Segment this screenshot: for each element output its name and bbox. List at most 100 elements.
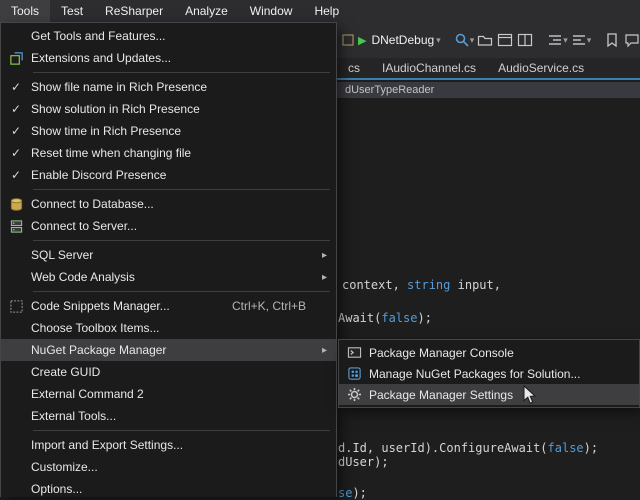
snippets-icon <box>1 299 31 314</box>
outdent-caret-icon[interactable]: ▾ <box>587 35 592 46</box>
split-window-icon[interactable] <box>517 29 533 51</box>
menu-item-nuget-package-manager[interactable]: NuGet Package Manager ▸ <box>1 339 336 361</box>
menu-item-label: Show solution in Rich Presence <box>31 102 336 116</box>
outdent-icon[interactable] <box>571 29 587 51</box>
document-tab-iaudiochannel[interactable]: IAudioChannel.cs <box>371 58 487 78</box>
editor-navigation-bar[interactable]: dUserTypeReader <box>337 82 640 98</box>
menu-item-label: Connect to Server... <box>31 219 336 233</box>
document-tab-strip: cs IAudioChannel.cs AudioService.cs <box>337 58 640 80</box>
tools-menu: Get Tools and Features... Extensions and… <box>0 22 337 497</box>
menu-item-label: Show time in Rich Presence <box>31 124 336 138</box>
database-icon <box>1 197 31 212</box>
menu-item-label: Create GUID <box>31 365 336 379</box>
menu-item-create-guid[interactable]: Create GUID <box>1 361 336 383</box>
tool-icon[interactable] <box>340 29 356 51</box>
code-line: dUser); <box>338 455 389 469</box>
menubar-item-tools[interactable]: Tools <box>0 0 50 22</box>
menu-item-label: Import and Export Settings... <box>31 438 336 452</box>
menu-item-label: Customize... <box>31 460 336 474</box>
console-icon <box>339 345 369 360</box>
menu-item-label: Extensions and Updates... <box>31 51 336 65</box>
debug-target-caret-icon[interactable]: ▾ <box>436 35 441 46</box>
menu-item-label: Options... <box>31 482 336 496</box>
extensions-icon <box>1 51 31 66</box>
menu-item-web-code-analysis[interactable]: Web Code Analysis ▸ <box>1 266 336 288</box>
checkmark-icon: ✓ <box>1 80 31 94</box>
feedback-icon[interactable] <box>624 29 640 51</box>
menu-item-extensions-and-updates[interactable]: Extensions and Updates... <box>1 47 336 69</box>
menu-item-external-command-2[interactable]: External Command 2 <box>1 383 336 405</box>
menu-item-label: NuGet Package Manager <box>31 343 336 357</box>
submenu-item-package-manager-console[interactable]: Package Manager Console <box>339 342 639 363</box>
nuget-packages-icon <box>339 366 369 381</box>
code-line: se); <box>338 486 367 500</box>
menubar-item-analyze[interactable]: Analyze <box>174 0 239 22</box>
code-text: ); <box>417 311 431 325</box>
indent-icon[interactable] <box>547 29 563 51</box>
menu-item-label: Web Code Analysis <box>31 270 336 284</box>
server-icon <box>1 219 31 234</box>
start-debugging-icon[interactable]: ▶ <box>358 34 366 47</box>
menu-item-external-tools[interactable]: External Tools... <box>1 405 336 427</box>
find-caret-icon[interactable]: ▾ <box>470 35 475 46</box>
menu-item-connect-to-database[interactable]: Connect to Database... <box>1 193 336 215</box>
indent-caret-icon[interactable]: ▾ <box>563 35 568 46</box>
submenu-arrow-icon: ▸ <box>322 339 327 361</box>
submenu-item-manage-nuget-packages[interactable]: Manage NuGet Packages for Solution... <box>339 363 639 384</box>
menu-item-reset-time-when-changing-file[interactable]: ✓ Reset time when changing file <box>1 142 336 164</box>
code-text: input, <box>450 278 501 292</box>
open-file-icon[interactable] <box>477 29 493 51</box>
menubar-item-test[interactable]: Test <box>50 0 94 22</box>
code-keyword: false <box>381 311 417 325</box>
menu-separator <box>33 72 330 73</box>
code-keyword: string <box>407 278 450 292</box>
menu-item-label: Package Manager Settings <box>369 388 639 402</box>
bookmark-icon[interactable] <box>604 29 620 51</box>
menu-separator <box>33 291 330 292</box>
menubar-item-window[interactable]: Window <box>239 0 304 22</box>
menu-item-show-file-name-rich-presence[interactable]: ✓ Show file name in Rich Presence <box>1 76 336 98</box>
menu-item-label: Package Manager Console <box>369 346 639 360</box>
submenu-arrow-icon: ▸ <box>322 244 327 266</box>
document-tab[interactable]: cs <box>337 58 371 78</box>
submenu-item-package-manager-settings[interactable]: Package Manager Settings <box>339 384 639 405</box>
menu-item-sql-server[interactable]: SQL Server ▸ <box>1 244 336 266</box>
menu-item-shortcut: Ctrl+K, Ctrl+B <box>232 299 306 313</box>
menu-item-get-tools-and-features[interactable]: Get Tools and Features... <box>1 25 336 47</box>
debug-target-label[interactable]: DNetDebug <box>371 33 434 47</box>
menubar-item-help[interactable]: Help <box>303 0 350 22</box>
menubar-item-resharper[interactable]: ReSharper <box>94 0 174 22</box>
checkmark-icon: ✓ <box>1 124 31 138</box>
menu-item-label: External Tools... <box>31 409 336 423</box>
menu-item-show-solution-rich-presence[interactable]: ✓ Show solution in Rich Presence <box>1 98 336 120</box>
menu-bar: Tools Test ReSharper Analyze Window Help <box>0 0 640 22</box>
new-window-icon[interactable] <box>497 29 513 51</box>
code-line: d.Id, userId).ConfigureAwait(false); <box>338 441 598 455</box>
code-line: context, string input, <box>342 278 501 292</box>
code-text: ); <box>584 441 598 455</box>
find-icon[interactable] <box>454 29 470 51</box>
code-keyword: false <box>548 441 584 455</box>
menu-separator <box>33 189 330 190</box>
menu-item-code-snippets-manager[interactable]: Code Snippets Manager... Ctrl+K, Ctrl+B <box>1 295 336 317</box>
menu-item-show-time-rich-presence[interactable]: ✓ Show time in Rich Presence <box>1 120 336 142</box>
checkmark-icon: ✓ <box>1 168 31 182</box>
nuget-package-manager-submenu: Package Manager Console Manage NuGet Pac… <box>338 339 640 408</box>
code-text: Await( <box>338 311 381 325</box>
menu-item-label: Enable Discord Presence <box>31 168 336 182</box>
menu-item-label: Manage NuGet Packages for Solution... <box>369 367 639 381</box>
checkmark-icon: ✓ <box>1 146 31 160</box>
menu-item-customize[interactable]: Customize... <box>1 456 336 478</box>
menu-item-label: Choose Toolbox Items... <box>31 321 336 335</box>
menu-item-import-export-settings[interactable]: Import and Export Settings... <box>1 434 336 456</box>
menu-item-choose-toolbox-items[interactable]: Choose Toolbox Items... <box>1 317 336 339</box>
menu-separator <box>33 430 330 431</box>
menu-item-connect-to-server[interactable]: Connect to Server... <box>1 215 336 237</box>
submenu-arrow-icon: ▸ <box>322 266 327 288</box>
menu-item-label: Connect to Database... <box>31 197 336 211</box>
menu-separator <box>33 240 330 241</box>
document-tab-audioservice[interactable]: AudioService.cs <box>487 58 595 78</box>
menu-item-enable-discord-presence[interactable]: ✓ Enable Discord Presence <box>1 164 336 186</box>
code-line: Await(false); <box>338 311 432 325</box>
menu-item-label: Code Snippets Manager... <box>31 299 232 313</box>
